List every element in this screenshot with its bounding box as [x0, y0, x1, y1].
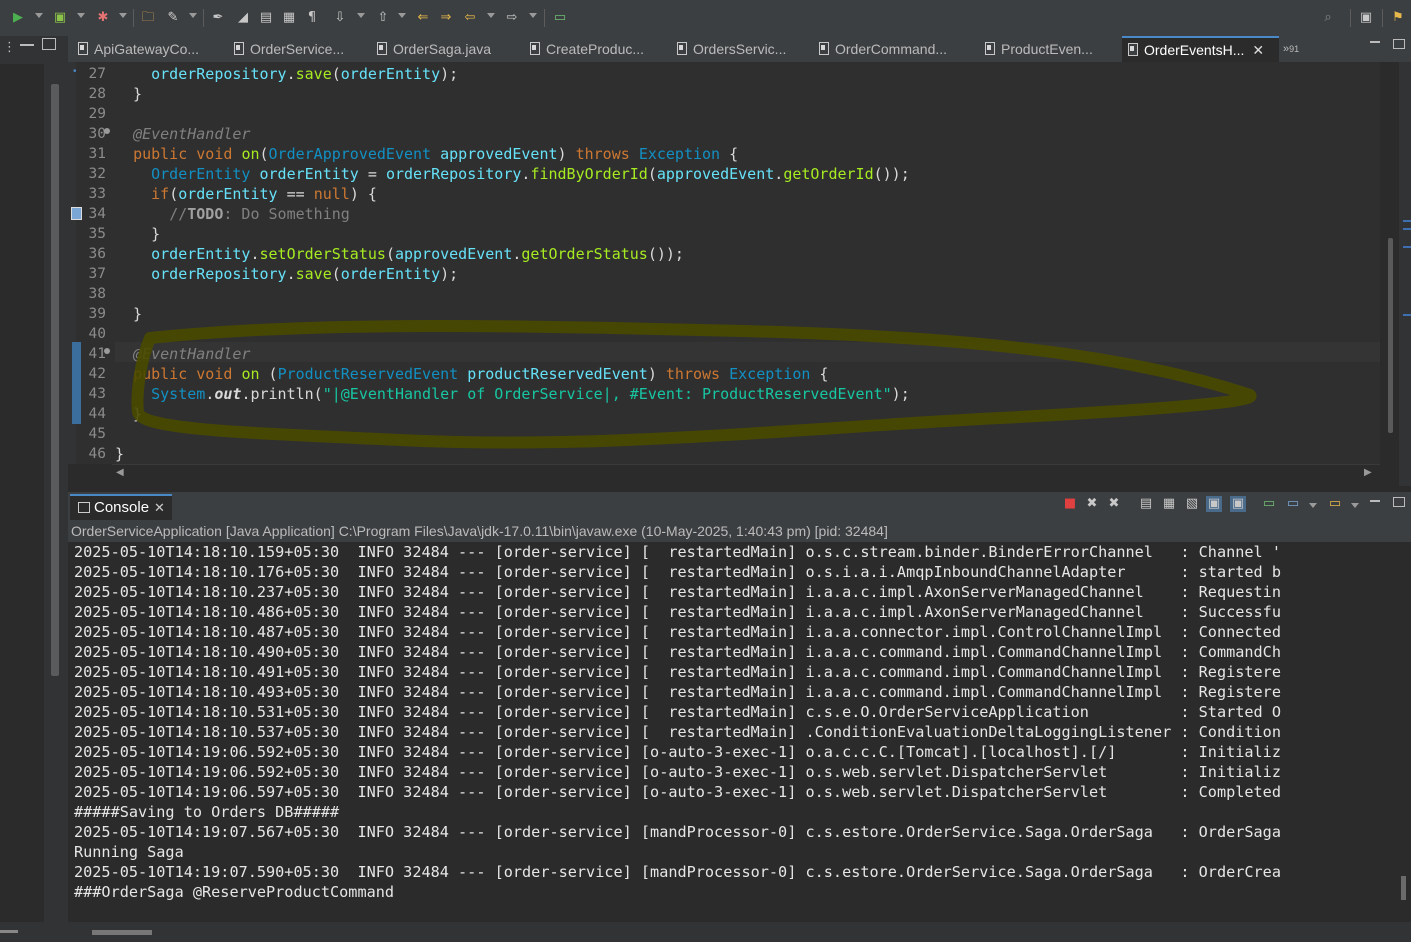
console-line: 2025-05-10T14:18:10.486+05:30 INFO 32484…	[74, 603, 1281, 621]
console-line: 2025-05-10T14:19:07.567+05:30 INFO 32484…	[74, 823, 1281, 841]
console-line: 2025-05-10T14:18:10.493+05:30 INFO 32484…	[74, 683, 1281, 701]
console-vertical-scrollbar[interactable]	[1393, 542, 1411, 922]
overview-mark	[1403, 246, 1411, 248]
console-line: 2025-05-10T14:18:10.237+05:30 INFO 32484…	[74, 583, 1281, 601]
overview-mark	[1403, 314, 1411, 316]
console-line: 2025-05-10T14:19:06.592+05:30 INFO 32484…	[74, 763, 1281, 781]
console-line: 2025-05-10T14:19:06.597+05:30 INFO 32484…	[74, 783, 1281, 801]
overview-mark	[1403, 220, 1411, 222]
console-line: 2025-05-10T14:19:07.590+05:30 INFO 32484…	[74, 863, 1281, 881]
open-console-icon[interactable]: ▭	[1327, 496, 1343, 512]
show-on-stdout-icon[interactable]: ▣	[1206, 496, 1222, 512]
editor-horizontal-scrollbar[interactable]	[112, 464, 1380, 485]
clear-console-icon[interactable]: ▤	[1138, 496, 1154, 512]
console-line: 2025-05-10T14:18:10.176+05:30 INFO 32484…	[74, 563, 1281, 581]
scroll-right-icon[interactable]: ▶	[1364, 467, 1372, 478]
pin-console-icon[interactable]: ▭	[1261, 496, 1277, 512]
scroll-left-icon[interactable]: ◀	[116, 467, 124, 478]
console-line: 2025-05-10T14:18:10.531+05:30 INFO 32484…	[74, 703, 1281, 721]
console-horizontal-scrollbar[interactable]	[68, 922, 1411, 942]
remove-launch-icon[interactable]: ✖	[1084, 496, 1100, 512]
console-line: 2025-05-10T14:18:10.490+05:30 INFO 32484…	[74, 643, 1281, 661]
overview-mark	[1403, 228, 1411, 230]
scroll-lock-icon[interactable]: ▦	[1161, 496, 1177, 512]
console-icon	[78, 502, 90, 513]
remove-all-terminated-icon[interactable]: ✖	[1106, 496, 1122, 512]
editor-scroll-thumb[interactable]	[1388, 238, 1393, 433]
terminate-icon[interactable]: ■	[1062, 496, 1078, 512]
console-line: 2025-05-10T14:18:10.491+05:30 INFO 32484…	[74, 663, 1281, 681]
minimize-icon[interactable]	[1370, 500, 1380, 502]
close-icon[interactable]: ✕	[154, 496, 165, 520]
overview-ruler	[1399, 62, 1411, 486]
console-line: #####Saving to Orders DB#####	[74, 803, 340, 821]
console-hscroll-thumb[interactable]	[92, 930, 152, 935]
display-console-icon[interactable]: ▭	[1285, 496, 1301, 512]
word-wrap-icon[interactable]: ▧	[1184, 496, 1200, 512]
console-scroll-thumb[interactable]	[1401, 876, 1406, 900]
console-line: Running Saga	[74, 843, 184, 861]
console-line: 2025-05-10T14:18:10.537+05:30 INFO 32484…	[74, 723, 1281, 741]
console-tab[interactable]: Console ✕	[70, 494, 172, 522]
console-line: 2025-05-10T14:18:10.487+05:30 INFO 32484…	[74, 623, 1281, 641]
maximize-icon[interactable]	[1393, 497, 1405, 507]
open-console-dropdown-icon[interactable]	[1351, 503, 1359, 508]
console-line: 2025-05-10T14:19:06.592+05:30 INFO 32484…	[74, 743, 1281, 761]
console-line: 2025-05-10T14:18:10.159+05:30 INFO 32484…	[74, 543, 1281, 561]
console-line: ###OrderSaga @ReserveProductCommand	[74, 883, 395, 901]
show-on-stderr-icon[interactable]: ▣	[1230, 496, 1246, 512]
display-console-dropdown-icon[interactable]	[1309, 503, 1317, 508]
console-process-description: OrderServiceApplication [Java Applicatio…	[68, 520, 1411, 542]
